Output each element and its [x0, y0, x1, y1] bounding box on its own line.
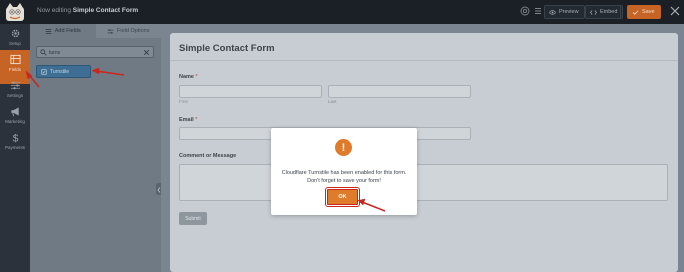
comment-label: Comment or Message [179, 153, 237, 159]
check-icon [632, 9, 639, 15]
dollar-icon: $ [12, 134, 18, 143]
ok-button[interactable]: OK [325, 187, 360, 207]
alert-message-line: Cloudflare Turnstile has been enabled fo… [281, 170, 407, 176]
turnstile-icon [41, 68, 47, 75]
top-bar: Now editing Simple Contact Form Preview … [0, 0, 684, 24]
name-label-text: Name [179, 74, 194, 80]
form-name: Simple Contact Form [72, 7, 139, 14]
alert-modal: ! Cloudflare Turnstile has been enabled … [271, 128, 417, 215]
save-button[interactable]: Save [627, 5, 661, 19]
left-nav: Setup Fields Settings Marketing $ Paymen… [0, 24, 30, 272]
email-label-text: Email [179, 117, 194, 123]
email-label: Email * [179, 117, 197, 123]
required-marker: * [195, 74, 198, 80]
preview-button[interactable]: Preview [544, 5, 585, 19]
nav-label-payments: Payments [4, 145, 25, 150]
embed-button[interactable]: Embed [585, 5, 624, 19]
fields-panel: Add Fields Field Options Turnstile [30, 24, 161, 272]
sliders-icon [10, 81, 20, 90]
gear-icon [11, 29, 19, 38]
form-title: Simple Contact Form [179, 43, 275, 54]
toolbar-divider [620, 5, 621, 19]
name-label: Name * [179, 74, 198, 80]
code-icon [590, 9, 597, 15]
first-name-input[interactable] [179, 85, 322, 98]
wpforms-logo-icon [6, 3, 24, 21]
nav-label-marketing: Marketing [5, 119, 25, 124]
svg-text:$: $ [12, 134, 18, 143]
first-sublabel: First [179, 99, 188, 104]
tab-field-options[interactable]: Field Options [95, 24, 161, 38]
sliders-icon [107, 28, 114, 34]
submit-button[interactable]: Submit [179, 212, 207, 225]
title-prefix: Now editing [37, 7, 71, 14]
eye-icon [549, 9, 556, 15]
last-sublabel: Last [328, 99, 337, 104]
nav-label-fields: Fields [8, 67, 21, 72]
preview-label: Preview [559, 9, 579, 15]
last-name-input[interactable] [328, 85, 471, 98]
alert-icon: ! [335, 139, 352, 156]
alert-message: Cloudflare Turnstile has been enabled fo… [277, 169, 411, 185]
tab-add-fields[interactable]: Add Fields [30, 24, 96, 38]
help-icon[interactable] [520, 6, 530, 16]
clear-icon[interactable] [143, 49, 150, 56]
megaphone-icon [10, 107, 19, 117]
panel-tabs: Add Fields Field Options [30, 24, 161, 38]
save-label: Save [642, 9, 655, 15]
nav-item-payments[interactable]: $ Payments [0, 128, 30, 162]
turnstile-field-label: Turnstile [50, 68, 69, 75]
fields-icon [9, 54, 21, 65]
tab-label: Add Fields [54, 28, 81, 34]
nav-label-setup: Setup [9, 41, 21, 46]
turnstile-field-button[interactable]: Turnstile [36, 65, 91, 78]
title-divider [170, 60, 678, 61]
required-marker: * [195, 117, 198, 123]
field-search-input[interactable] [49, 48, 143, 57]
embed-label: Embed [600, 9, 618, 15]
editing-title: Now editing Simple Contact Form [37, 7, 138, 14]
form-preview-card: Simple Contact Form Name * First Last Em… [170, 33, 678, 272]
search-icon [40, 49, 47, 56]
close-icon[interactable] [669, 5, 681, 17]
list-icon[interactable] [533, 6, 543, 16]
list-icon [45, 28, 52, 34]
field-search [36, 46, 154, 58]
tab-label: Field Options [117, 28, 150, 34]
comment-textarea[interactable] [179, 164, 668, 201]
nav-label-settings: Settings [6, 93, 24, 98]
alert-message-line: Don't forget to save your form! [307, 178, 381, 184]
